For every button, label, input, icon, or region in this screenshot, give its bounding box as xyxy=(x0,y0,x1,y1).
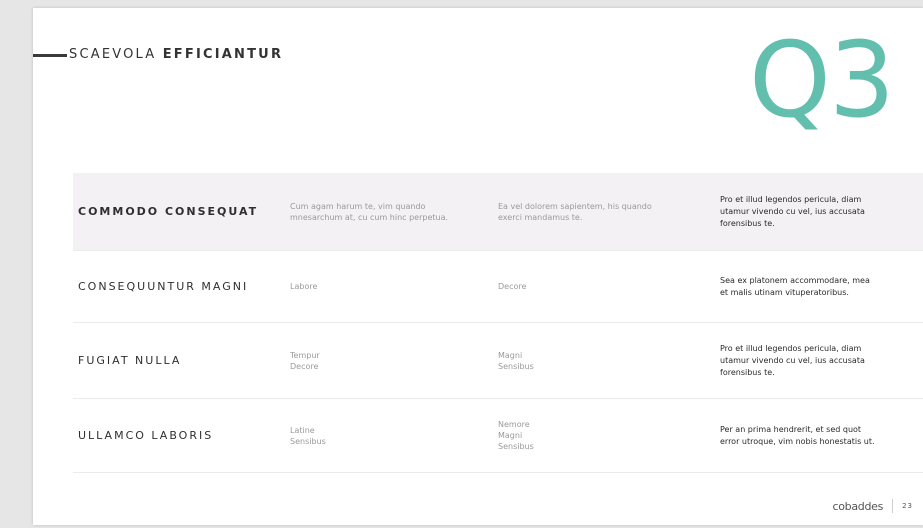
cell-line: Decore xyxy=(498,282,527,291)
heading-rule xyxy=(33,54,67,57)
row-title: ULLAMCO LABORIS xyxy=(78,429,214,442)
row-col-c: Pro et illud legendos pericula, diam uta… xyxy=(720,194,920,230)
cell-line: mnesarchum at, cu cum hinc perpetua. xyxy=(290,212,449,222)
page-number: 23 xyxy=(902,502,913,510)
page-footer: cobaddes 23 xyxy=(833,499,914,513)
row-col-b: Magni Sensibus xyxy=(498,350,720,372)
row-col-b: Nemore Magni Sensibus xyxy=(498,419,720,452)
cell-line: exerci mandamus te. xyxy=(498,212,583,222)
cell-line: Magni xyxy=(498,350,523,360)
cell-line: error utroque, vim nobis honestatis ut. xyxy=(720,436,875,446)
row-title: FUGIAT NULLA xyxy=(78,354,182,367)
row-col-a: Tempur Decore xyxy=(290,350,498,372)
cell-line: utamur vivendo cu vel, ius accusata xyxy=(720,206,865,216)
heading-word-1: SCAEVOLA xyxy=(69,47,157,62)
row-col-c: Sea ex platonem accommodare, mea et mali… xyxy=(720,275,920,299)
table-row: ULLAMCO LABORIS Latine Sensibus Nemore M… xyxy=(73,399,923,473)
cell-line: Sensibus xyxy=(498,442,534,451)
cell-line: Latine xyxy=(290,425,315,435)
document-page: SCAEVOLA EFFICIANTUR Q3 COMMODO CONSEQUA… xyxy=(33,8,923,525)
cell-line: utamur vivendo cu vel, ius accusata xyxy=(720,355,865,365)
row-title: CONSEQUUNTUR MAGNI xyxy=(78,280,249,293)
cell-line: et malis utinam vituperatoribus. xyxy=(720,287,849,297)
comparison-table: COMMODO CONSEQUAT Cum agam harum te, vim… xyxy=(73,173,923,473)
table-row: FUGIAT NULLA Tempur Decore Magni Sensibu… xyxy=(73,323,923,399)
cell-line: Sea ex platonem accommodare, mea xyxy=(720,275,870,285)
cell-line: Decore xyxy=(290,361,319,371)
row-col-b: Ea vel dolorem sapientem, his quando exe… xyxy=(498,201,720,223)
cell-line: Per an prima hendrerit, et sed quot xyxy=(720,424,862,434)
table-row: CONSEQUUNTUR MAGNI Labore Decore Sea ex … xyxy=(73,251,923,323)
cell-line: forensibus te. xyxy=(720,218,775,228)
cell-line: Nemore xyxy=(498,420,530,429)
cell-line: Magni xyxy=(498,431,523,440)
cell-line: Sensibus xyxy=(290,436,326,446)
cell-line: Pro et illud legendos pericula, diam xyxy=(720,194,862,204)
row-col-a: Cum agam harum te, vim quando mnesarchum… xyxy=(290,201,498,223)
cell-line: Tempur xyxy=(290,350,320,360)
row-col-c: Pro et illud legendos pericula, diam uta… xyxy=(720,343,920,379)
cell-line: Cum agam harum te, vim quando xyxy=(290,201,426,211)
table-row: COMMODO CONSEQUAT Cum agam harum te, vim… xyxy=(73,173,923,251)
heading-word-2: EFFICIANTUR xyxy=(162,47,284,62)
brand-logo: cobaddes xyxy=(832,499,884,513)
footer-divider xyxy=(892,499,894,513)
section-heading: SCAEVOLA EFFICIANTUR xyxy=(69,47,283,62)
row-col-b: Decore xyxy=(498,281,720,292)
quarter-label: Q3 xyxy=(749,19,895,141)
cell-line: Sensibus xyxy=(498,361,534,371)
row-title: COMMODO CONSEQUAT xyxy=(78,205,259,218)
cell-line: Labore xyxy=(290,282,318,291)
row-col-a: Latine Sensibus xyxy=(290,425,498,447)
cell-line: forensibus te. xyxy=(720,367,775,377)
row-col-a: Labore xyxy=(290,281,498,292)
cell-line: Ea vel dolorem sapientem, his quando xyxy=(498,201,652,211)
row-col-c: Per an prima hendrerit, et sed quot erro… xyxy=(720,424,920,448)
cell-line: Pro et illud legendos pericula, diam xyxy=(720,343,862,353)
